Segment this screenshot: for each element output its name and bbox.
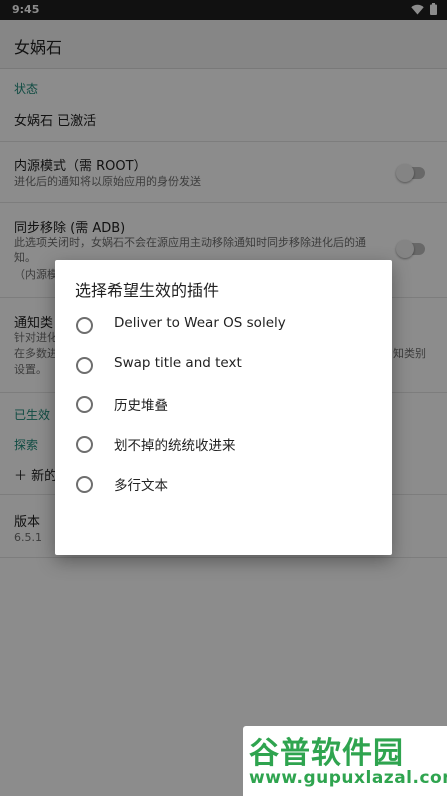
option-swap-title-text[interactable]: Swap title and text bbox=[55, 345, 392, 385]
option-label: 历史堆叠 bbox=[114, 398, 168, 414]
option-multiline-text[interactable]: 多行文本 bbox=[55, 464, 392, 504]
option-label: 划不掉的统统收进来 bbox=[114, 438, 236, 454]
watermark-logo: 谷普软件园 bbox=[249, 736, 404, 771]
option-history-stack[interactable]: 历史堆叠 bbox=[55, 384, 392, 424]
option-label: Swap title and text bbox=[114, 355, 242, 371]
watermark: 谷普软件园 www.gupuxlazal.com bbox=[243, 726, 447, 796]
option-deliver-to-wear-os[interactable]: Deliver to Wear OS solely bbox=[55, 305, 392, 345]
option-collect-undismissable[interactable]: 划不掉的统统收进来 bbox=[55, 424, 392, 464]
radio-unchecked-icon[interactable] bbox=[76, 396, 93, 413]
dialog-title: 选择希望生效的插件 bbox=[75, 281, 220, 300]
option-label: Deliver to Wear OS solely bbox=[114, 315, 286, 331]
option-label: 多行文本 bbox=[114, 478, 168, 494]
radio-unchecked-icon[interactable] bbox=[76, 476, 93, 493]
watermark-url: www.gupuxlazal.com bbox=[249, 768, 447, 788]
plugin-select-dialog: 选择希望生效的插件 Deliver to Wear OS solely Swap… bbox=[55, 260, 392, 555]
radio-unchecked-icon[interactable] bbox=[76, 357, 93, 374]
radio-unchecked-icon[interactable] bbox=[76, 317, 93, 334]
radio-unchecked-icon[interactable] bbox=[76, 436, 93, 453]
